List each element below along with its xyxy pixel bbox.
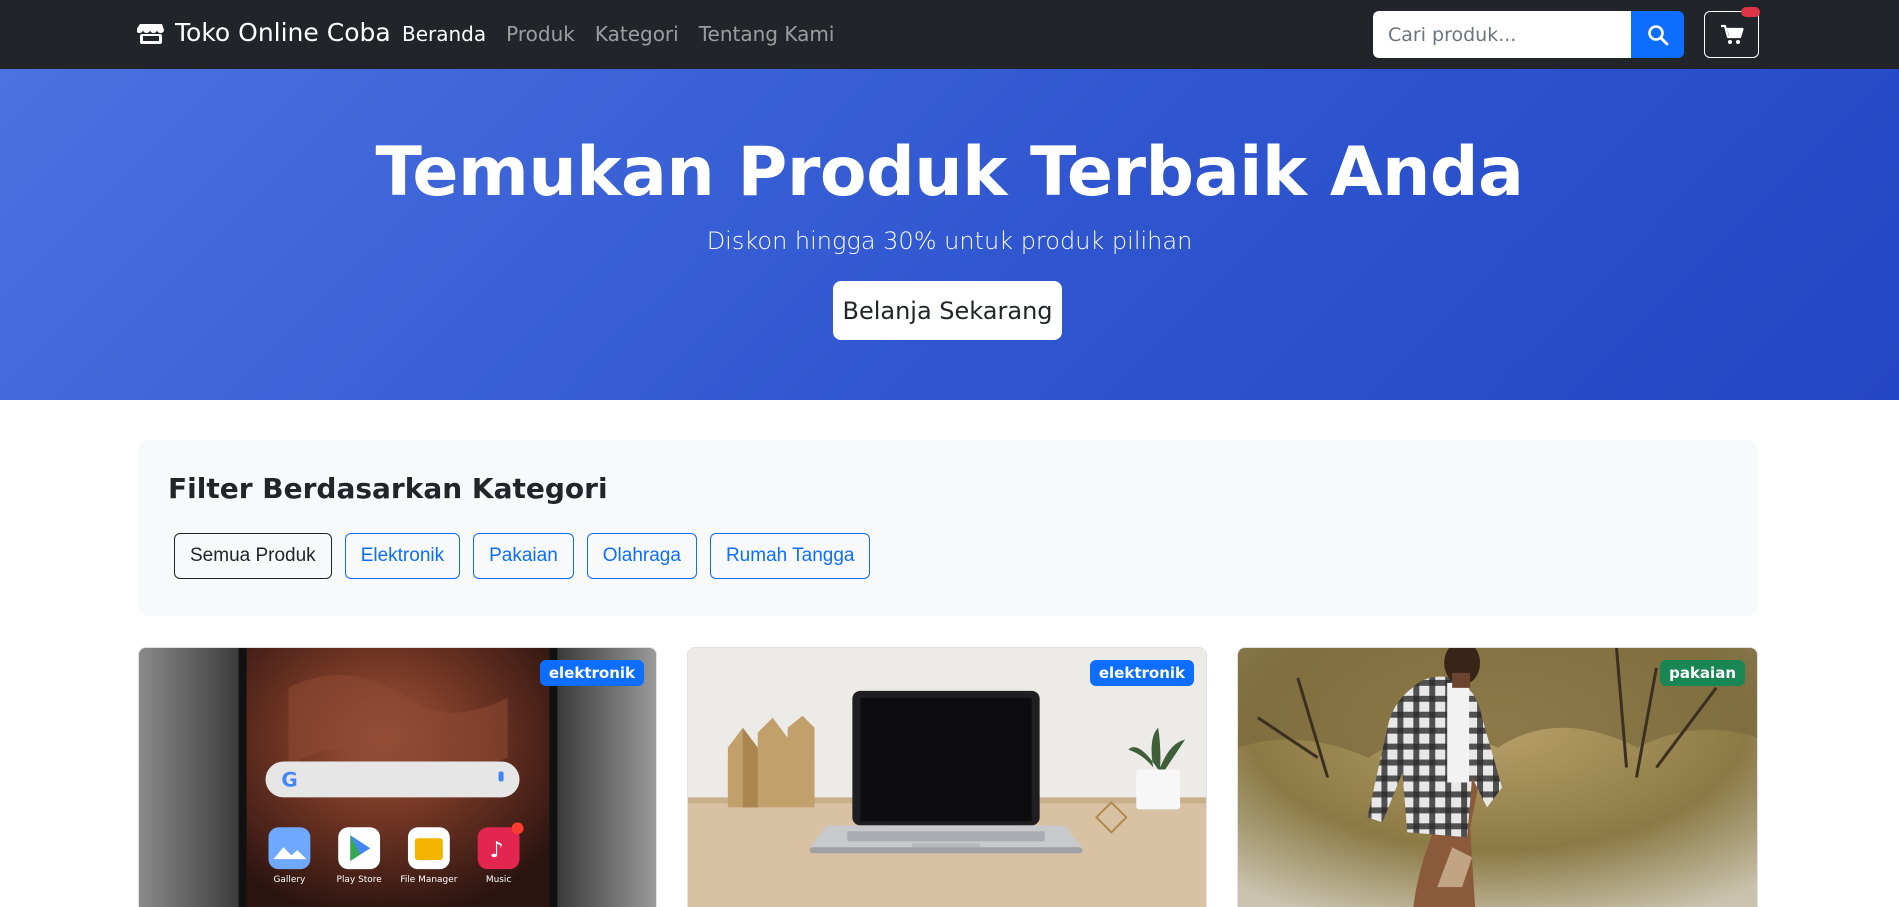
filter-title: Filter Berdasarkan Kategori [168,472,608,505]
phone-app-label-music: Music [486,875,512,885]
brand-name: Toko Online Coba [175,18,391,47]
store-icon [137,23,164,44]
filter-button-rumah-tangga[interactable]: Rumah Tangga [709,533,871,579]
category-badge: elektronik [539,660,644,686]
navbar: Toko Online Coba Beranda Produk Kategori… [0,0,1899,69]
filter-button-semua-produk[interactable]: Semua Produk [174,533,332,579]
filter-button-group: Semua Produk Elektronik Pakaian Olahraga… [174,533,871,579]
filter-button-pakaian[interactable]: Pakaian [473,533,574,579]
svg-text:G: G [281,768,297,791]
hero-banner: Temukan Produk Terbaik Anda Diskon hingg… [0,69,1899,400]
cart-icon [1720,24,1744,44]
clothing-product-image [1238,648,1757,907]
product-card[interactable]: pakaian [1237,647,1758,907]
category-badge: elektronik [1089,660,1194,686]
shop-now-button[interactable]: Belanja Sekarang [833,281,1062,340]
nav-link-beranda[interactable]: Beranda [402,22,486,46]
filter-button-olahraga[interactable]: Olahraga [586,533,697,579]
phone-app-label-play-store: Play Store [337,875,383,885]
hero-title: Temukan Produk Terbaik Anda [375,133,1524,212]
brand-link[interactable]: Toko Online Coba [137,18,391,47]
category-badge: pakaian [1660,660,1745,686]
search-form [1373,11,1684,58]
category-filter-panel: Filter Berdasarkan Kategori Semua Produk… [138,440,1758,616]
laptop-product-image [688,648,1206,907]
smartphone-product-image: G ♪ Gallery Play Store File Manager Musi… [139,648,656,907]
product-card[interactable]: elektronik [687,647,1207,907]
nav-link-kategori[interactable]: Kategori [595,22,679,46]
product-card[interactable]: G ♪ Gallery Play Store File Manager Musi… [138,647,657,907]
svg-text:♪: ♪ [490,838,504,863]
nav-links: Beranda Produk Kategori Tentang Kami [402,22,834,46]
search-button[interactable] [1631,11,1684,58]
cart-button[interactable] [1704,7,1760,58]
cart-count-badge [1741,7,1760,17]
search-input[interactable] [1373,11,1631,58]
hero-subtitle: Diskon hingga 30% untuk produk pilihan [706,227,1193,255]
filter-button-elektronik[interactable]: Elektronik [344,533,461,579]
nav-link-produk[interactable]: Produk [506,22,575,46]
search-icon [1647,24,1668,45]
phone-app-label-file-manager: File Manager [400,875,457,885]
nav-link-tentang-kami[interactable]: Tentang Kami [699,22,835,46]
phone-app-label-gallery: Gallery [273,875,306,885]
